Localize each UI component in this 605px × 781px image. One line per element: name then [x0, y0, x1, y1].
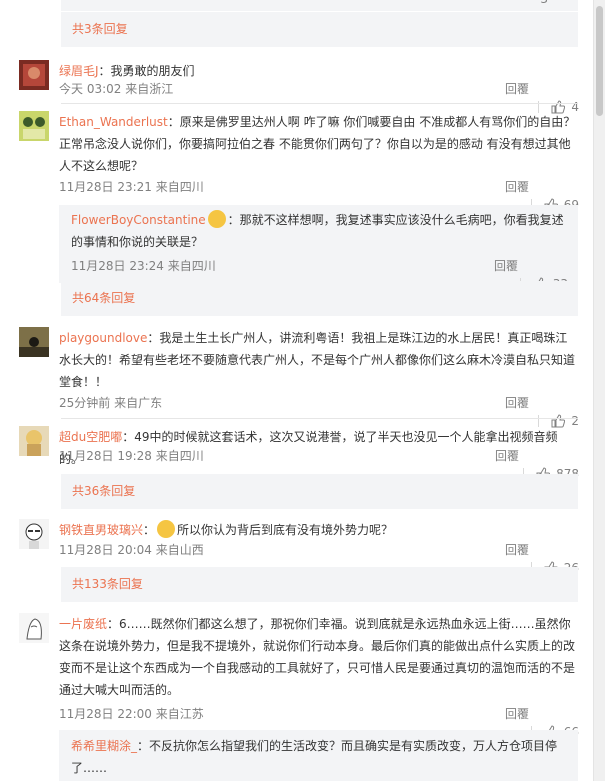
nested-reply: FlowerBoyConstantine ：那就不这样想啊，我复述事实应该没什么毛…	[59, 205, 578, 291]
username-link[interactable]: FlowerBoyConstantine	[71, 213, 206, 227]
comment-body: 所以你认为背后到底有没有境外势力呢？	[177, 523, 394, 537]
avatar[interactable]	[19, 111, 49, 141]
divider	[61, 103, 578, 104]
reply-button[interactable]: 回覆	[505, 178, 529, 196]
comment-item: 一片废纸：6……既然你们都这么想了，那祝你们幸福。说到底就是永远热血永远上街………	[19, 613, 579, 739]
reply-button[interactable]: 回覆	[495, 447, 519, 465]
username-link[interactable]: 希希里糊涂_	[71, 739, 137, 753]
reply-count-text[interactable]: 共36条回复	[72, 484, 135, 498]
comment-text: 绿眉毛J：我勇敢的朋友们	[59, 60, 579, 82]
avatar[interactable]	[19, 519, 49, 549]
comment-item: Ethan_Wanderlust：原来是佛罗里达州人啊 咋了嘛 你们喊要自由 不…	[19, 111, 579, 212]
nested-reply-text: FlowerBoyConstantine ：那就不这样想啊，我复述事实应该没什么毛…	[71, 209, 568, 253]
scrollbar-thumb[interactable]	[596, 6, 603, 116]
comment-meta: 11月28日 22:00 来自江苏 回覆 66	[59, 705, 579, 739]
comment-item: playgoundlove：我是土生土长广州人，讲流利粤语！我祖上是珠江边的水上…	[19, 327, 579, 428]
comment-meta: 11月28日 23:21 来自四川 回覆 69	[59, 178, 579, 212]
username-link[interactable]: 一片废纸	[59, 617, 107, 631]
vertical-scrollbar[interactable]	[593, 0, 605, 781]
comment-time: 11月28日 20:04 来自山西	[59, 543, 204, 557]
nested-reply-text: 希希里糊涂_：不反抗你怎么指望我们的生活改变？而且确实是有实质改变，万人方仓项目…	[71, 735, 568, 779]
comment-time: 11月28日 23:21 来自四川	[59, 180, 204, 194]
reply-button[interactable]: 回覆	[505, 80, 529, 98]
thinking-emoji-icon	[157, 520, 176, 538]
comment-meta: 25分钟前 来自广东 回覆 2	[59, 394, 579, 428]
reply-count-text[interactable]: 共64条回复	[72, 291, 135, 305]
partial-like-count: 3	[540, 0, 548, 5]
comment-item: 钢铁直男玻璃兴： 所以你认为背后到底有没有境外势力呢？ 11月28日 20:04 …	[19, 519, 579, 575]
nested-reply-meta: 11月28日 23:24 来自四川 回覆 33	[71, 257, 568, 291]
reply-button[interactable]: 回覆	[494, 257, 518, 275]
comment-text: playgoundlove：我是土生土长广州人，讲流利粤语！我祖上是珠江边的水上…	[59, 327, 579, 393]
nested-reply-time: 11月28日 23:24 来自四川	[71, 259, 216, 273]
username-link[interactable]: 钢铁直男玻璃兴	[59, 523, 143, 537]
comment-body: ：我勇敢的朋友们	[98, 64, 195, 78]
nested-reply: 希希里糊涂_：不反抗你怎么指望我们的生活改变？而且确实是有实质改变，万人方仓项目…	[59, 730, 578, 781]
avatar[interactable]	[19, 327, 49, 357]
reply-button[interactable]: 回覆	[505, 705, 529, 723]
reply-button[interactable]: 回覆	[505, 541, 529, 559]
comment-text: 一片废纸：6……既然你们都这么想了，那祝你们幸福。说到底就是永远热血永远上街………	[59, 613, 579, 701]
username-link[interactable]: 超du空肥嘟	[59, 430, 122, 444]
comment-meta: 11月28日 19:28 来自四川 回覆 878	[59, 447, 579, 481]
reply-count-link[interactable]: 共133条回复	[61, 567, 578, 602]
nested-reply-body: ：不反抗你怎么指望我们的生活改变？而且确实是有实质改变，万人方仓项目停了……	[71, 739, 558, 775]
reply-count-link[interactable]: 共64条回复	[61, 281, 578, 316]
reply-button[interactable]: 回覆	[505, 394, 529, 412]
avatar[interactable]	[19, 60, 49, 90]
nested-reply-partial: 3	[61, 0, 578, 11]
crown-emoji-icon	[207, 210, 226, 228]
comment-item: 绿眉毛J：我勇敢的朋友们 今天 03:02 来自浙江 回覆 4	[19, 60, 579, 114]
avatar[interactable]	[19, 613, 49, 643]
comment-item: 超du空肥嘟：49中的时候就这套话术，这次又说港誉，说了半天也没见一个人能拿出视…	[19, 426, 579, 481]
comment-time: 11月28日 22:00 来自江苏	[59, 707, 204, 721]
username-link[interactable]: playgoundlove	[59, 331, 147, 345]
comment-text: 钢铁直男玻璃兴： 所以你认为背后到底有没有境外势力呢？	[59, 519, 579, 541]
comment-meta: 11月28日 20:04 来自山西 回覆 26	[59, 541, 579, 575]
comment-time: 25分钟前 来自广东	[59, 396, 163, 410]
username-link[interactable]: 绿眉毛J	[59, 64, 99, 78]
comment-meta: 今天 03:02 来自浙江 回覆 4	[59, 80, 579, 114]
comment-text: Ethan_Wanderlust：原来是佛罗里达州人啊 咋了嘛 你们喊要自由 不…	[59, 111, 579, 177]
reply-count-text[interactable]: 共3条回复	[72, 22, 128, 36]
comment-body: ：6……既然你们都这么想了，那祝你们幸福。说到底就是永远热血永远上街……虽然你这…	[59, 617, 576, 697]
comment-time: 11月28日 19:28 来自四川	[59, 449, 204, 463]
reply-count-link[interactable]: 共36条回复	[61, 474, 578, 509]
reply-count-text[interactable]: 共133条回复	[72, 577, 143, 591]
avatar[interactable]	[19, 426, 49, 456]
divider	[61, 418, 578, 419]
username-link[interactable]: Ethan_Wanderlust	[59, 115, 168, 129]
comment-time: 今天 03:02 来自浙江	[59, 82, 174, 96]
reply-count-link[interactable]: 共3条回复	[61, 12, 578, 47]
